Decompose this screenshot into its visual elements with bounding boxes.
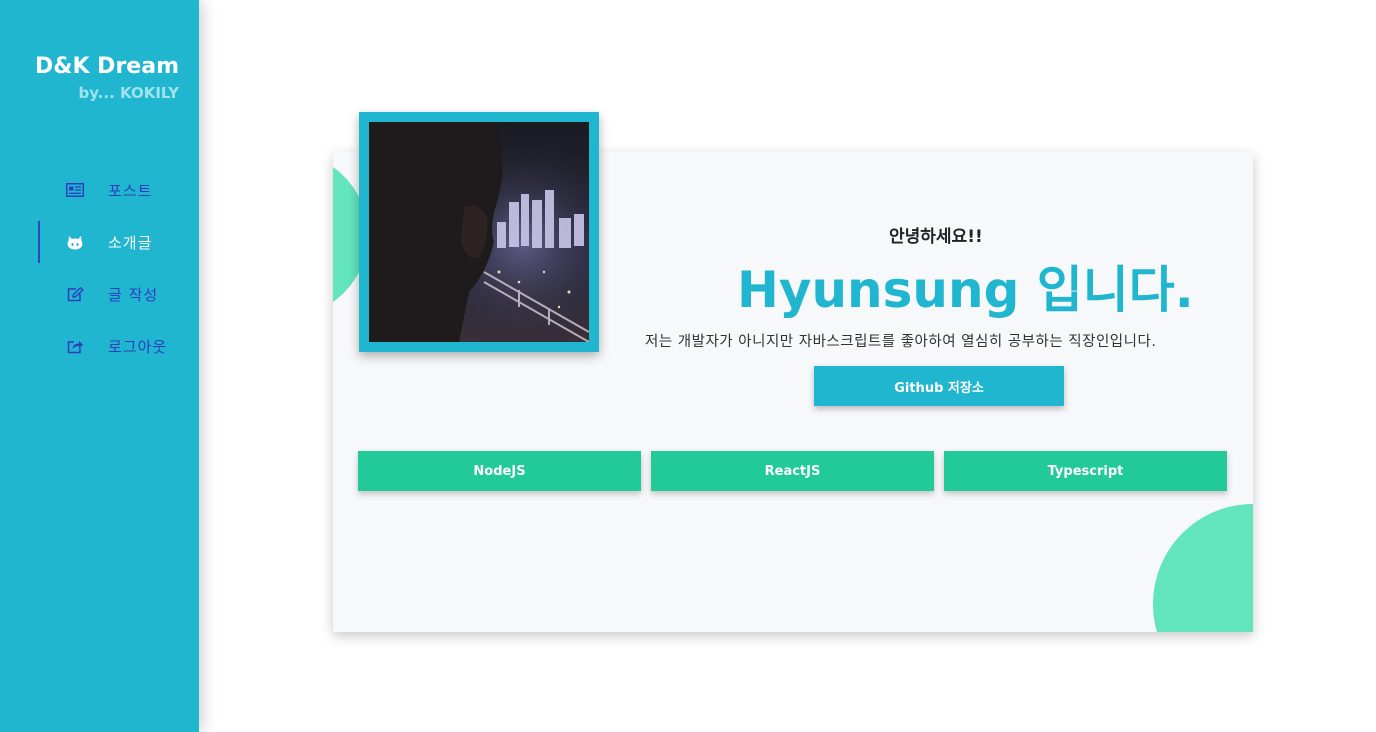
sidebar-item-label: 글 작성 — [108, 285, 159, 304]
sidebar-nav: 포스트 소개글 글 작성 로그아웃 — [0, 164, 199, 372]
skill-button-reactjs[interactable]: ReactJS — [651, 451, 934, 491]
edit-icon — [66, 286, 84, 302]
brand-subtitle: by... KOKILY — [78, 84, 179, 102]
github-repo-button[interactable]: Github 저장소 — [814, 366, 1064, 406]
sidebar-item-logout[interactable]: 로그아웃 — [0, 320, 199, 372]
profile-photo — [369, 122, 589, 342]
newspaper-icon — [66, 182, 84, 198]
sidebar-item-posts[interactable]: 포스트 — [0, 164, 199, 216]
brand-title[interactable]: D&K Dream — [35, 54, 179, 79]
profile-photo-frame — [359, 112, 599, 352]
skill-button-nodejs[interactable]: NodeJS — [358, 451, 641, 491]
decorative-blob-right — [1153, 504, 1253, 632]
sidebar-item-label: 소개글 — [108, 233, 153, 252]
sidebar-item-label: 포스트 — [108, 181, 153, 200]
skill-button-typescript[interactable]: Typescript — [944, 451, 1227, 491]
sidebar-item-write[interactable]: 글 작성 — [0, 268, 199, 320]
share-out-icon — [66, 338, 84, 354]
headline: Hyunsung 입니다. — [737, 261, 1194, 319]
intro-text: 저는 개발자가 아니지만 자바스크립트를 좋아하여 열심히 공부하는 직장인입니… — [645, 334, 1157, 350]
sidebar-item-about[interactable]: 소개글 — [0, 216, 199, 268]
github-cat-icon — [66, 234, 84, 250]
sidebar: D&K Dream by... KOKILY 포스트 소개글 글 작성 로그아웃 — [0, 0, 199, 732]
greeting-text: 안녕하세요!! — [889, 227, 983, 247]
sidebar-item-label: 로그아웃 — [108, 337, 168, 356]
skills-row: NodeJS ReactJS Typescript — [358, 451, 1227, 491]
